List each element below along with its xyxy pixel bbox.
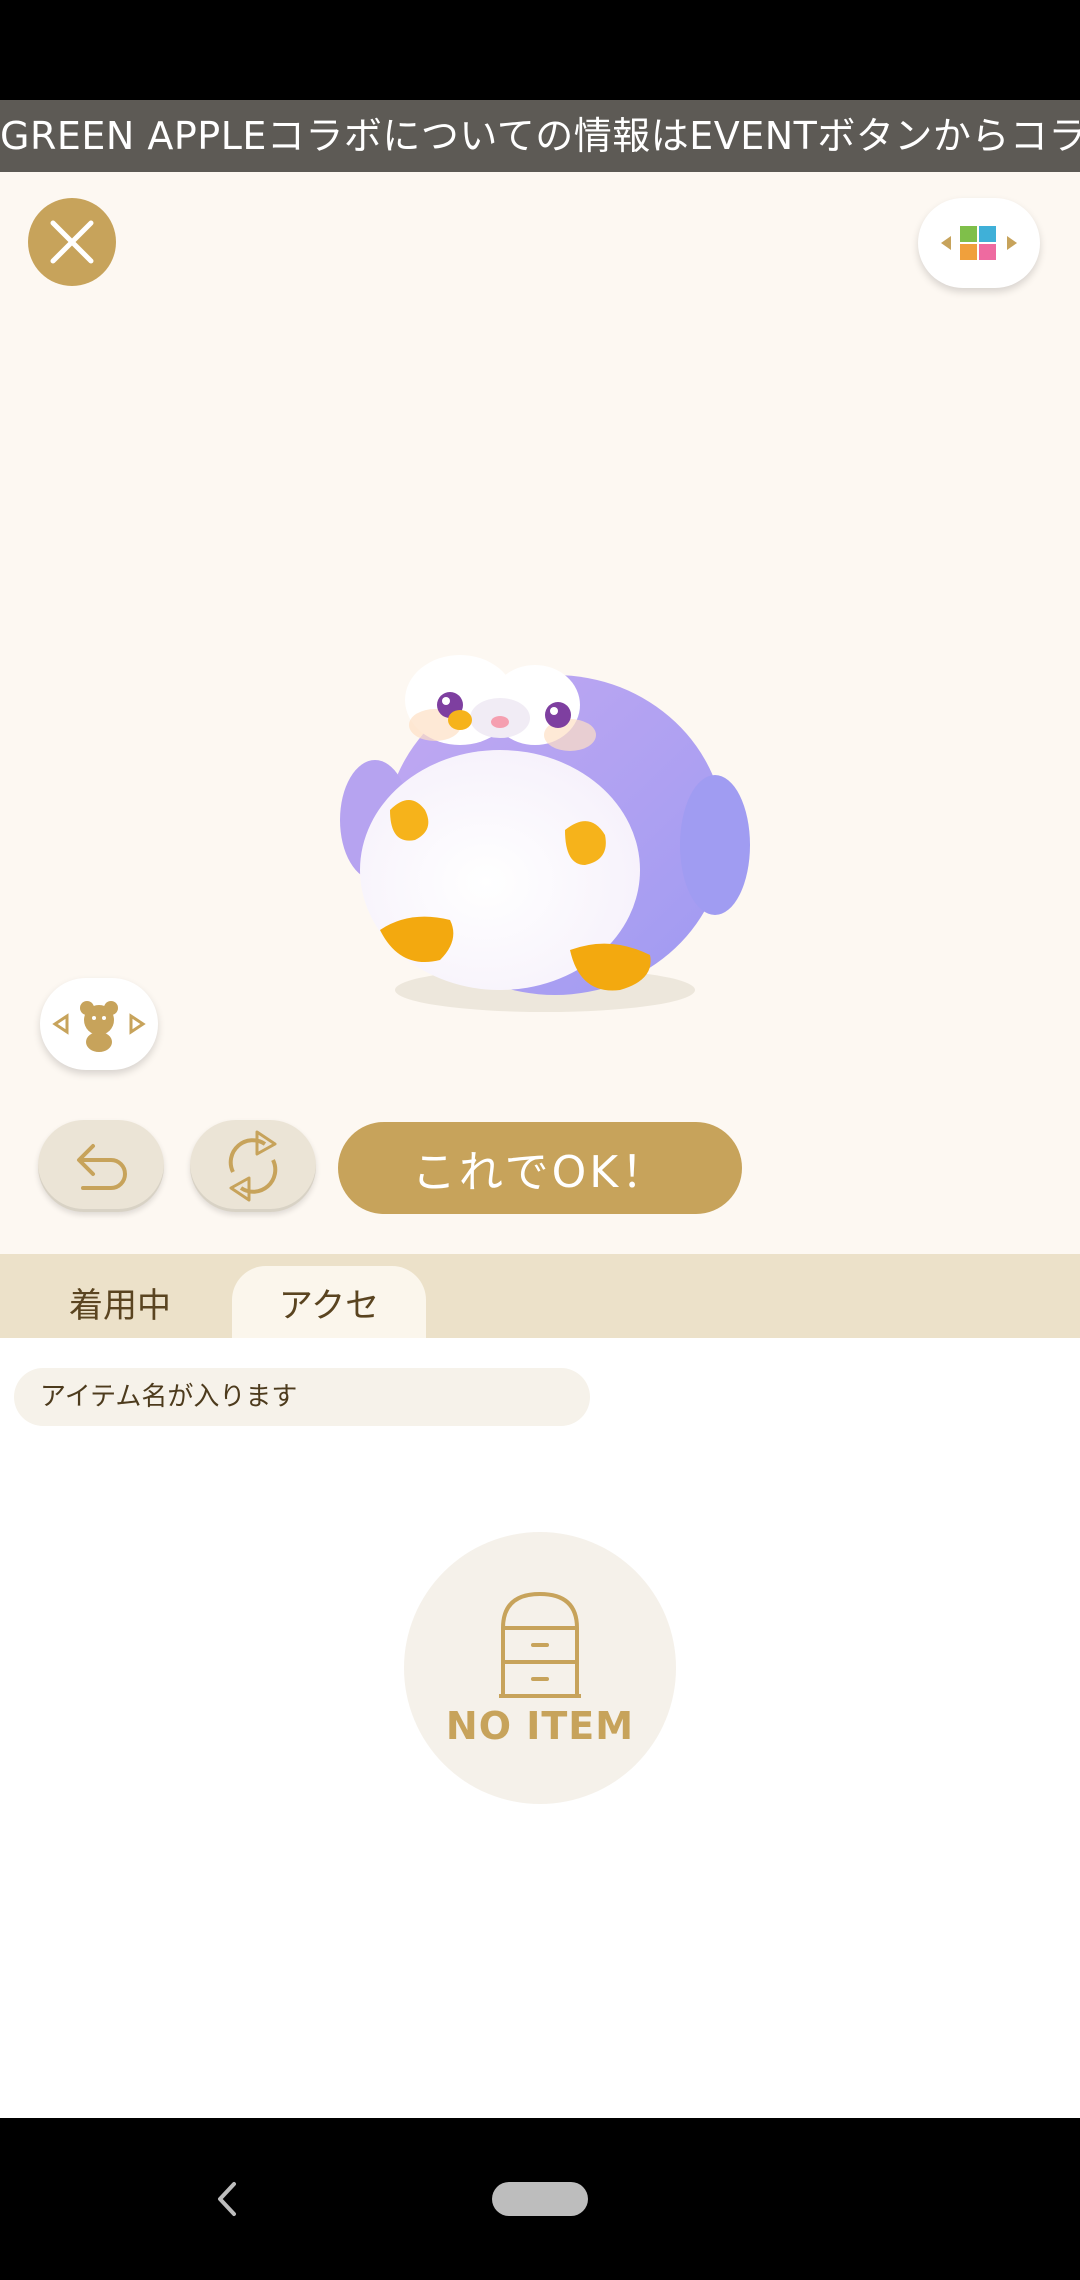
confirm-button[interactable]: これでOK！ bbox=[338, 1122, 742, 1214]
undo-button[interactable] bbox=[38, 1120, 164, 1212]
tab-accessory[interactable]: アクセ bbox=[232, 1266, 426, 1338]
bear-switch-icon bbox=[52, 1001, 146, 1052]
shuffle-icon bbox=[228, 1130, 278, 1202]
news-ticker[interactable]: GREEN APPLEコラボについての情報はEVENTボタンからコラボガイド bbox=[0, 100, 1080, 172]
close-icon bbox=[50, 220, 94, 264]
close-button[interactable] bbox=[28, 198, 116, 286]
empty-state-label: NO ITEM bbox=[445, 1704, 635, 1748]
nav-back-icon[interactable] bbox=[210, 2180, 246, 2218]
palette-switch-icon bbox=[941, 226, 1017, 260]
shuffle-button[interactable] bbox=[190, 1120, 316, 1212]
item-name-label: アイテム名が入ります bbox=[14, 1368, 590, 1426]
penguin-illustration bbox=[340, 655, 750, 1012]
tab-bar: 着用中 アクセ bbox=[0, 1254, 1080, 1338]
nav-home-button[interactable] bbox=[492, 2182, 588, 2216]
background-switch-button[interactable] bbox=[918, 198, 1040, 288]
penguin-character[interactable] bbox=[330, 600, 750, 1020]
tab-wearing[interactable]: 着用中 bbox=[30, 1266, 210, 1338]
undo-icon bbox=[77, 1144, 127, 1190]
character-switch-button[interactable] bbox=[40, 978, 158, 1070]
drawer-icon bbox=[499, 1591, 581, 1698]
empty-state: NO ITEM bbox=[404, 1532, 676, 1804]
ticker-text: GREEN APPLEコラボについての情報はEVENTボタンからコラボガイド bbox=[0, 114, 1080, 158]
status-bar bbox=[0, 0, 1080, 100]
